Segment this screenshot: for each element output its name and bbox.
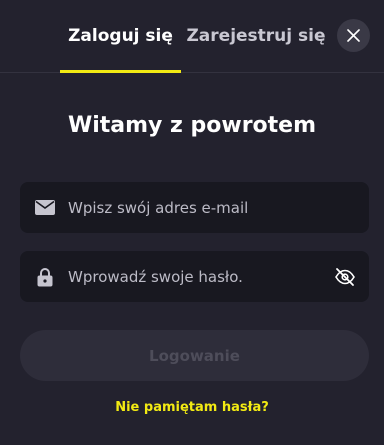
eye-slash-icon (335, 267, 355, 286)
close-icon (347, 29, 360, 42)
close-button[interactable] (337, 19, 370, 52)
forgot-password-link[interactable]: Nie pamiętam hasła? (0, 400, 384, 415)
tab-login-label: Zaloguj się (68, 26, 173, 46)
password-input[interactable] (68, 251, 328, 302)
lock-icon (34, 251, 56, 302)
login-modal: Zaloguj się Zarejestruj się Witamy z pow… (0, 0, 384, 445)
toggle-password-visibility-button[interactable] (333, 251, 357, 302)
tab-register[interactable]: Zarejestruj się (186, 0, 325, 72)
envelope-icon (34, 182, 56, 233)
email-field-container (20, 182, 369, 233)
tab-login[interactable]: Zaloguj się (60, 0, 181, 73)
email-input[interactable] (68, 182, 328, 233)
auth-tabs: Zaloguj się Zarejestruj się (0, 0, 384, 73)
page-title: Witamy z powrotem (67, 113, 317, 138)
tab-register-label: Zarejestruj się (186, 26, 326, 46)
login-submit-button[interactable]: Logowanie (20, 330, 369, 381)
password-field-container (20, 251, 369, 302)
